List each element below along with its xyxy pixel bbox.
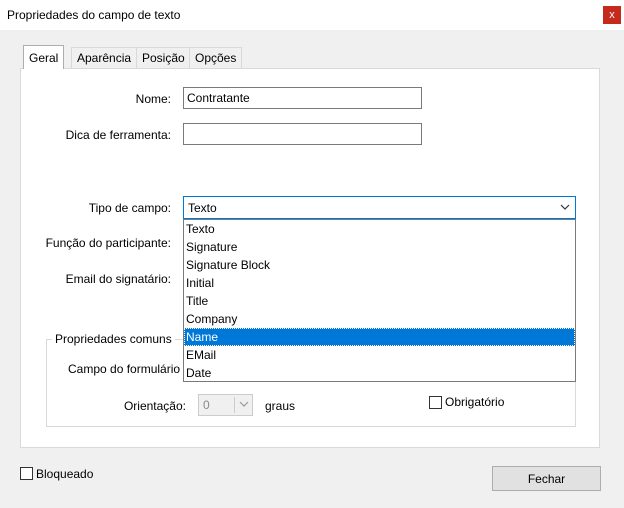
tab-opcoes[interactable]: Opções <box>189 47 243 68</box>
tooltip-input[interactable] <box>183 123 422 145</box>
required-checkbox[interactable] <box>429 396 442 409</box>
common-properties-title: Propriedades comuns <box>52 332 175 346</box>
locked-checkbox[interactable] <box>20 467 33 480</box>
required-label: Obrigatório <box>445 395 505 409</box>
orientation-value: 0 <box>203 398 210 412</box>
tab-posicao[interactable]: Posição <box>136 47 191 68</box>
orientation-label: Orientação: <box>123 399 186 413</box>
close-button-label: Fechar <box>527 471 566 486</box>
dropdown-option-texto[interactable]: Texto <box>184 220 575 238</box>
field-type-label: Tipo de campo: <box>88 201 171 215</box>
chevron-down-icon[interactable] <box>560 202 570 215</box>
form-field-label: Campo do formulário <box>68 362 181 376</box>
field-type-select[interactable]: Texto <box>183 196 576 219</box>
close-window-button[interactable]: x <box>603 6 621 24</box>
dropdown-option-signature-block[interactable]: Signature Block <box>184 256 575 274</box>
degrees-label: graus <box>265 399 296 413</box>
tab-aparencia[interactable]: Aparência <box>71 47 138 68</box>
locked-label: Bloqueado <box>36 467 94 481</box>
close-icon: x <box>609 8 615 21</box>
dropdown-option-date[interactable]: Date <box>184 364 575 382</box>
dropdown-option-signature[interactable]: Signature <box>184 238 575 256</box>
tab-label: Opções <box>195 51 237 65</box>
signer-email-label: Email do signatário: <box>65 272 171 286</box>
orientation-select: 0 <box>198 394 253 416</box>
name-label: Nome: <box>135 92 171 106</box>
combo-separator <box>234 397 235 413</box>
tooltip-label: Dica de ferramenta: <box>65 128 171 142</box>
tab-label: Geral <box>29 50 59 65</box>
dropdown-option-company[interactable]: Company <box>184 310 575 328</box>
window-title: Propriedades do campo de texto <box>7 8 181 22</box>
dropdown-option-email[interactable]: EMail <box>184 346 575 364</box>
name-input[interactable]: Contratante <box>183 87 422 109</box>
dropdown-option-name[interactable]: Name <box>184 328 575 346</box>
tab-label: Posição <box>142 51 185 65</box>
tab-label: Aparência <box>77 51 132 65</box>
close-button[interactable]: Fechar <box>492 466 601 491</box>
dropdown-option-initial[interactable]: Initial <box>184 274 575 292</box>
field-type-dropdown-list[interactable]: Texto Signature Signature Block Initial … <box>183 219 576 382</box>
chevron-down-icon <box>239 399 249 412</box>
tab-geral[interactable]: Geral <box>23 45 65 69</box>
dropdown-option-title[interactable]: Title <box>184 292 575 310</box>
field-type-value: Texto <box>188 200 217 215</box>
participant-role-label: Função do participante: <box>45 236 171 250</box>
